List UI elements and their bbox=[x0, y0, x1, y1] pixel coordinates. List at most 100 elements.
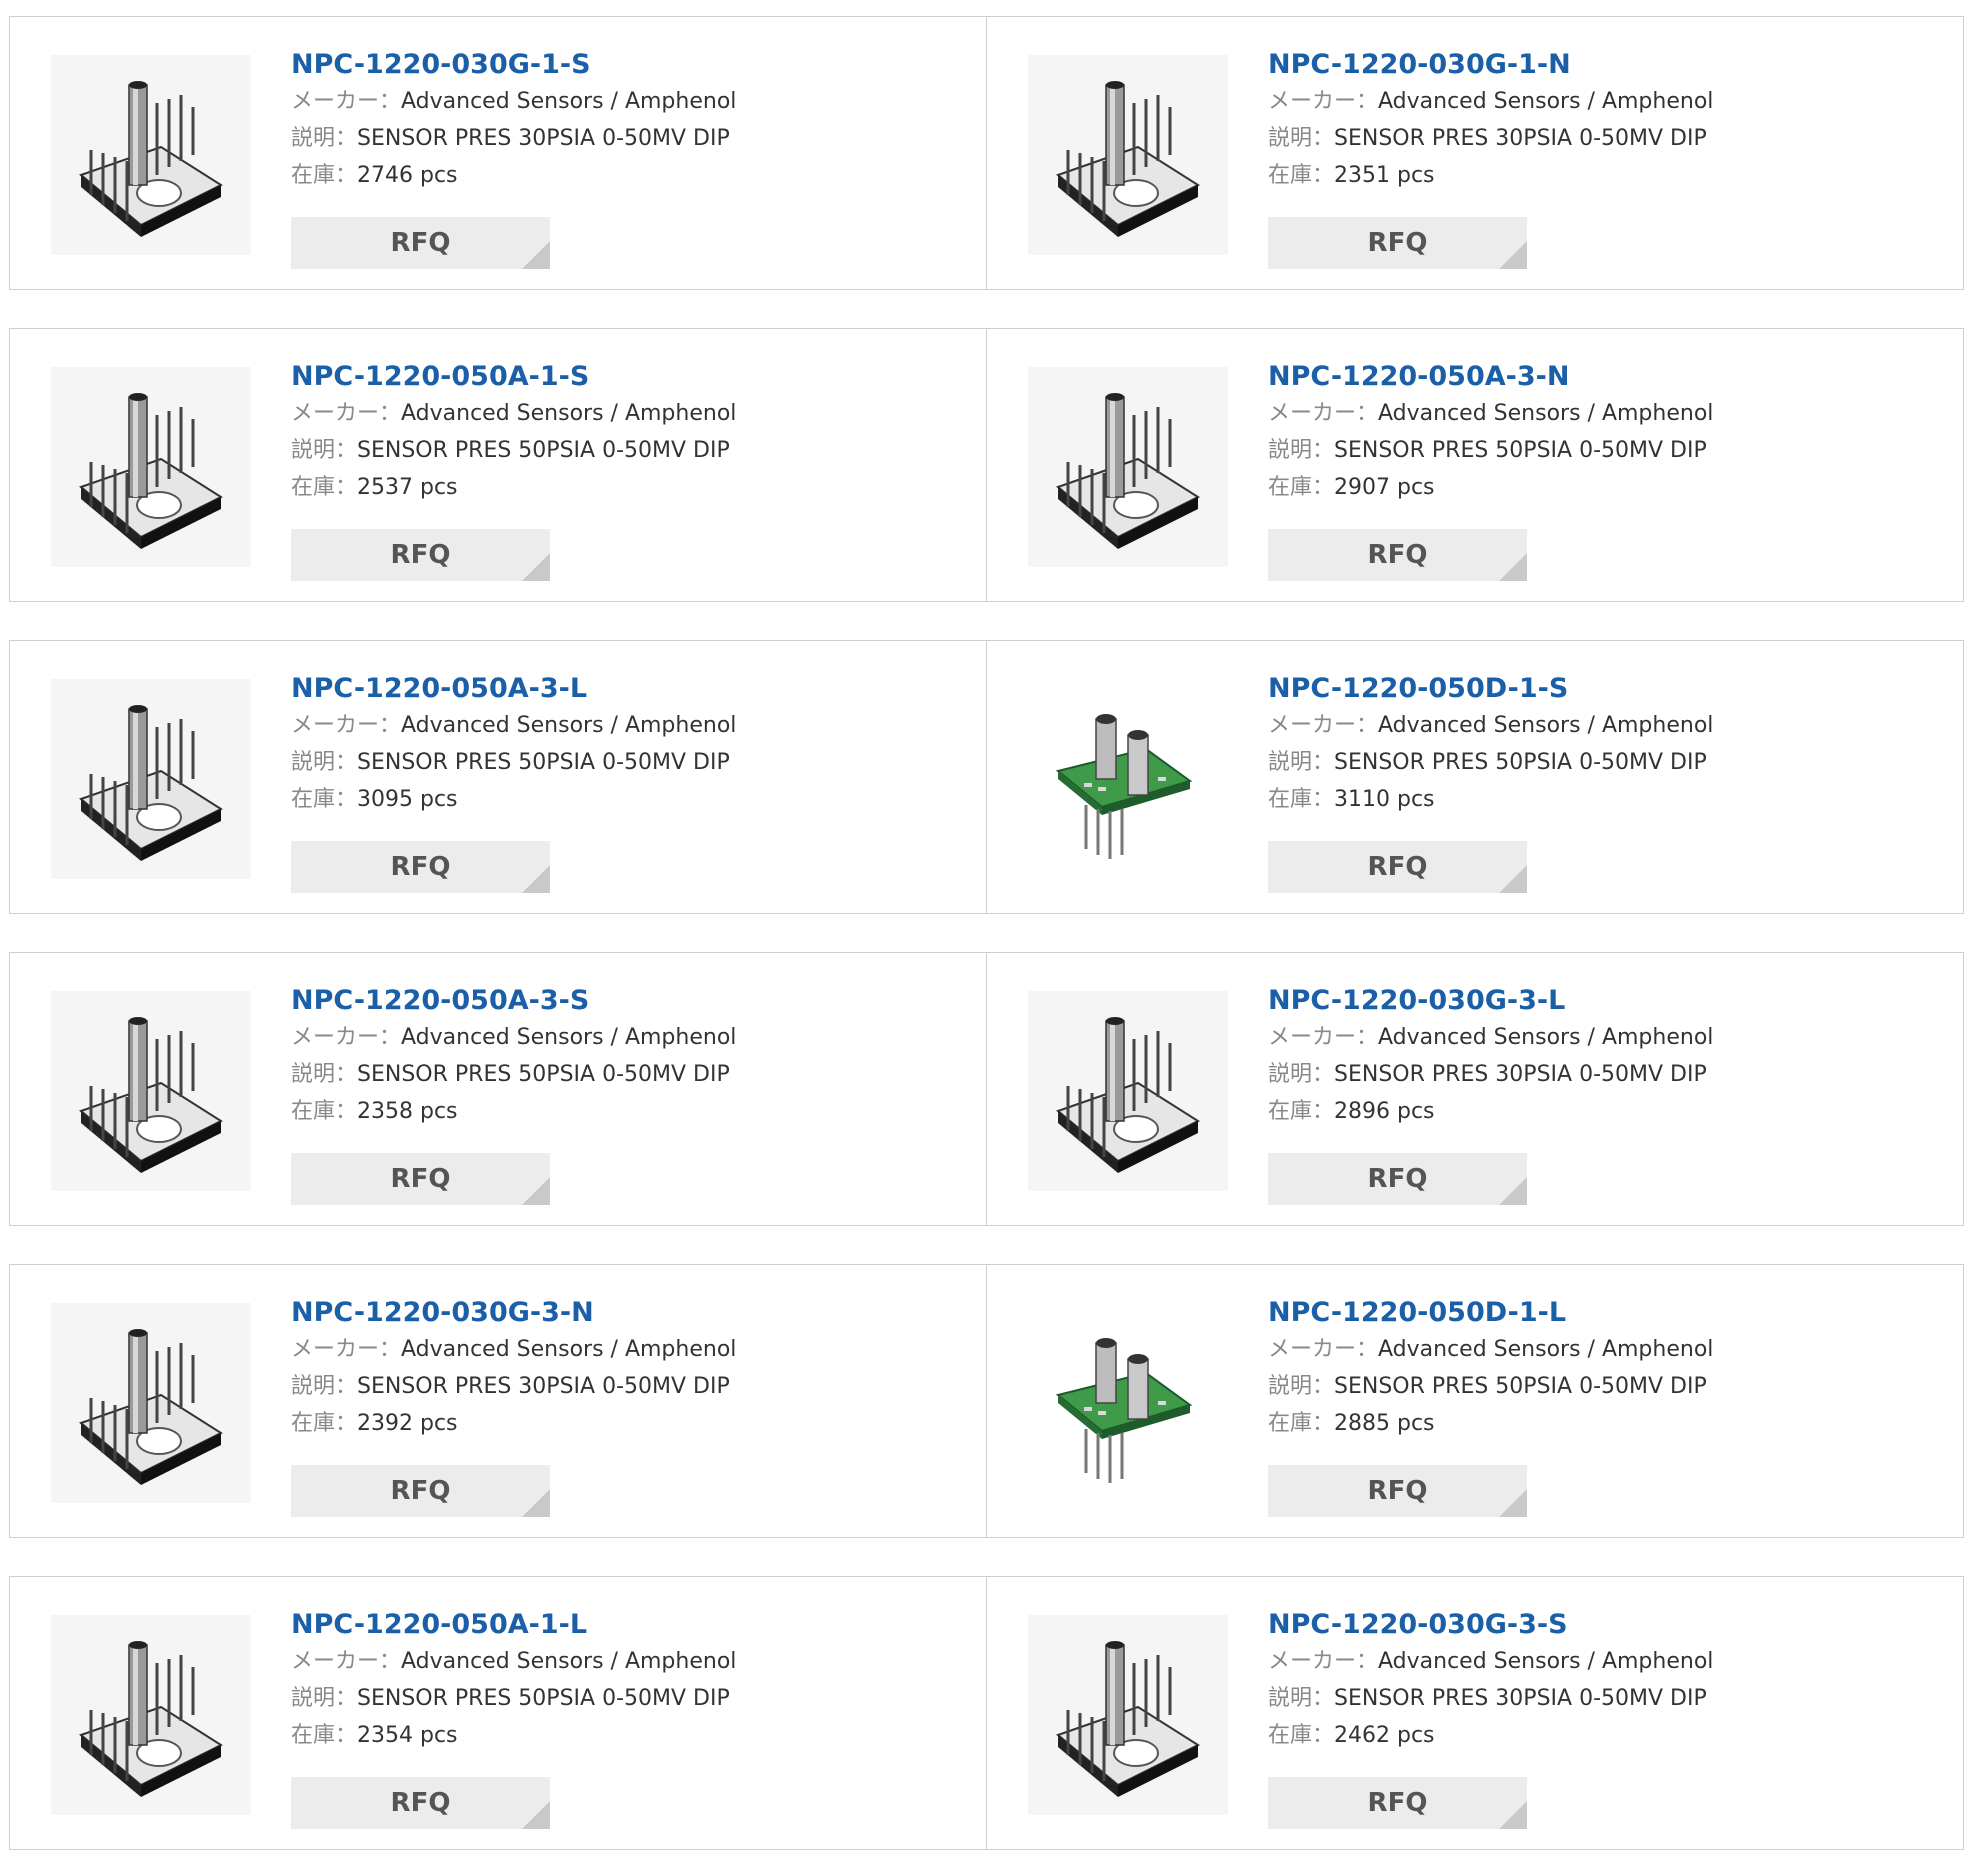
rfq-button[interactable]: RFQ bbox=[291, 841, 550, 893]
description-label: 説明： bbox=[291, 1062, 358, 1087]
corner-triangle-icon bbox=[522, 1489, 550, 1517]
corner-triangle-icon bbox=[522, 241, 550, 269]
product-info: NPC-1220-050A-3-S メーカー：Advanced Sensors … bbox=[291, 983, 971, 1130]
product-image[interactable] bbox=[1028, 1303, 1228, 1503]
stock-value: 2746 pcs bbox=[357, 163, 458, 188]
rfq-button[interactable]: RFQ bbox=[1268, 841, 1527, 893]
manufacturer-value: Advanced Sensors / Amphenol bbox=[401, 401, 737, 426]
manufacturer-line: メーカー：Advanced Sensors / Amphenol bbox=[291, 1643, 971, 1680]
manufacturer-line: メーカー：Advanced Sensors / Amphenol bbox=[291, 83, 971, 120]
product-image[interactable] bbox=[1028, 55, 1228, 255]
description-value: SENSOR PRES 30PSIA 0-50MV DIP bbox=[357, 1374, 730, 1399]
sensor-dip-icon bbox=[51, 991, 251, 1191]
product-part-number-link[interactable]: NPC-1220-030G-1-S bbox=[291, 47, 971, 83]
product-part-number-link[interactable]: NPC-1220-030G-3-N bbox=[291, 1295, 971, 1331]
description-label: 説明： bbox=[291, 750, 358, 775]
rfq-button[interactable]: RFQ bbox=[291, 529, 550, 581]
corner-triangle-icon bbox=[1499, 1177, 1527, 1205]
rfq-label: RFQ bbox=[1367, 540, 1428, 570]
stock-value: 2896 pcs bbox=[1334, 1099, 1435, 1124]
product-image[interactable] bbox=[1028, 991, 1228, 1191]
rfq-button[interactable]: RFQ bbox=[291, 217, 550, 269]
rfq-button[interactable]: RFQ bbox=[1268, 1777, 1527, 1829]
stock-label: 在庫： bbox=[291, 475, 358, 500]
description-value: SENSOR PRES 30PSIA 0-50MV DIP bbox=[1334, 126, 1707, 151]
product-card: NPC-1220-030G-1-S メーカー：Advanced Sensors … bbox=[9, 16, 987, 290]
manufacturer-value: Advanced Sensors / Amphenol bbox=[401, 89, 737, 114]
product-image[interactable] bbox=[51, 55, 251, 255]
stock-label: 在庫： bbox=[291, 1099, 358, 1124]
rfq-button[interactable]: RFQ bbox=[291, 1465, 550, 1517]
product-part-number-link[interactable]: NPC-1220-050A-1-L bbox=[291, 1607, 971, 1643]
product-row: NPC-1220-030G-3-N メーカー：Advanced Sensors … bbox=[9, 1264, 1965, 1538]
product-card: NPC-1220-050A-1-S メーカー：Advanced Sensors … bbox=[9, 328, 987, 602]
manufacturer-label: メーカー： bbox=[1268, 401, 1379, 426]
product-row: NPC-1220-050A-1-S メーカー：Advanced Sensors … bbox=[9, 328, 1965, 602]
product-part-number-link[interactable]: NPC-1220-030G-1-N bbox=[1268, 47, 1948, 83]
rfq-button[interactable]: RFQ bbox=[1268, 529, 1527, 581]
stock-label: 在庫： bbox=[1268, 1099, 1335, 1124]
product-info: NPC-1220-050A-1-S メーカー：Advanced Sensors … bbox=[291, 359, 971, 506]
product-info: NPC-1220-050D-1-S メーカー：Advanced Sensors … bbox=[1268, 671, 1948, 818]
product-image[interactable] bbox=[1028, 367, 1228, 567]
product-info: NPC-1220-030G-3-N メーカー：Advanced Sensors … bbox=[291, 1295, 971, 1442]
sensor-dip-icon bbox=[1028, 367, 1228, 567]
sensor-dip-icon bbox=[1028, 1615, 1228, 1815]
product-info: NPC-1220-050A-1-L メーカー：Advanced Sensors … bbox=[291, 1607, 971, 1754]
rfq-button[interactable]: RFQ bbox=[1268, 1465, 1527, 1517]
rfq-button[interactable]: RFQ bbox=[1268, 1153, 1527, 1205]
product-image[interactable] bbox=[51, 991, 251, 1191]
description-value: SENSOR PRES 30PSIA 0-50MV DIP bbox=[357, 126, 730, 151]
corner-triangle-icon bbox=[522, 865, 550, 893]
corner-triangle-icon bbox=[1499, 1801, 1527, 1829]
manufacturer-value: Advanced Sensors / Amphenol bbox=[1378, 401, 1714, 426]
description-label: 説明： bbox=[1268, 1062, 1335, 1087]
product-part-number-link[interactable]: NPC-1220-050D-1-L bbox=[1268, 1295, 1948, 1331]
description-label: 説明： bbox=[291, 1686, 358, 1711]
description-value: SENSOR PRES 50PSIA 0-50MV DIP bbox=[357, 1686, 730, 1711]
product-part-number-link[interactable]: NPC-1220-050A-3-S bbox=[291, 983, 971, 1019]
manufacturer-label: メーカー： bbox=[291, 1025, 402, 1050]
product-image[interactable] bbox=[51, 1615, 251, 1815]
rfq-button[interactable]: RFQ bbox=[291, 1153, 550, 1205]
manufacturer-value: Advanced Sensors / Amphenol bbox=[401, 713, 737, 738]
manufacturer-value: Advanced Sensors / Amphenol bbox=[1378, 1337, 1714, 1362]
rfq-label: RFQ bbox=[1367, 852, 1428, 882]
corner-triangle-icon bbox=[522, 553, 550, 581]
product-card: NPC-1220-050A-1-L メーカー：Advanced Sensors … bbox=[9, 1576, 987, 1850]
product-card: NPC-1220-030G-3-N メーカー：Advanced Sensors … bbox=[9, 1264, 987, 1538]
rfq-label: RFQ bbox=[1367, 1476, 1428, 1506]
product-part-number-link[interactable]: NPC-1220-050D-1-S bbox=[1268, 671, 1948, 707]
description-value: SENSOR PRES 50PSIA 0-50MV DIP bbox=[357, 750, 730, 775]
sensor-dip-icon bbox=[51, 679, 251, 879]
corner-triangle-icon bbox=[522, 1177, 550, 1205]
rfq-button[interactable]: RFQ bbox=[291, 1777, 550, 1829]
product-image[interactable] bbox=[51, 367, 251, 567]
rfq-button[interactable]: RFQ bbox=[1268, 217, 1527, 269]
product-part-number-link[interactable]: NPC-1220-050A-1-S bbox=[291, 359, 971, 395]
product-part-number-link[interactable]: NPC-1220-050A-3-N bbox=[1268, 359, 1948, 395]
manufacturer-line: メーカー：Advanced Sensors / Amphenol bbox=[291, 395, 971, 432]
product-image[interactable] bbox=[1028, 1615, 1228, 1815]
product-card: NPC-1220-030G-3-S メーカー：Advanced Sensors … bbox=[986, 1576, 1964, 1850]
description-line: 説明：SENSOR PRES 50PSIA 0-50MV DIP bbox=[1268, 744, 1948, 781]
product-part-number-link[interactable]: NPC-1220-050A-3-L bbox=[291, 671, 971, 707]
corner-triangle-icon bbox=[522, 1801, 550, 1829]
product-part-number-link[interactable]: NPC-1220-030G-3-S bbox=[1268, 1607, 1948, 1643]
manufacturer-label: メーカー： bbox=[1268, 1649, 1379, 1674]
stock-label: 在庫： bbox=[291, 787, 358, 812]
product-card: NPC-1220-050D-1-L メーカー：Advanced Sensors … bbox=[986, 1264, 1964, 1538]
stock-line: 在庫：2537 pcs bbox=[291, 469, 971, 506]
rfq-label: RFQ bbox=[1367, 1788, 1428, 1818]
manufacturer-label: メーカー： bbox=[1268, 89, 1379, 114]
product-part-number-link[interactable]: NPC-1220-030G-3-L bbox=[1268, 983, 1948, 1019]
manufacturer-value: Advanced Sensors / Amphenol bbox=[1378, 713, 1714, 738]
stock-value: 2354 pcs bbox=[357, 1723, 458, 1748]
stock-line: 在庫：2746 pcs bbox=[291, 157, 971, 194]
product-row: NPC-1220-030G-1-S メーカー：Advanced Sensors … bbox=[9, 16, 1965, 290]
manufacturer-value: Advanced Sensors / Amphenol bbox=[401, 1649, 737, 1674]
product-image[interactable] bbox=[51, 679, 251, 879]
product-image[interactable] bbox=[1028, 679, 1228, 879]
stock-line: 在庫：2351 pcs bbox=[1268, 157, 1948, 194]
product-image[interactable] bbox=[51, 1303, 251, 1503]
